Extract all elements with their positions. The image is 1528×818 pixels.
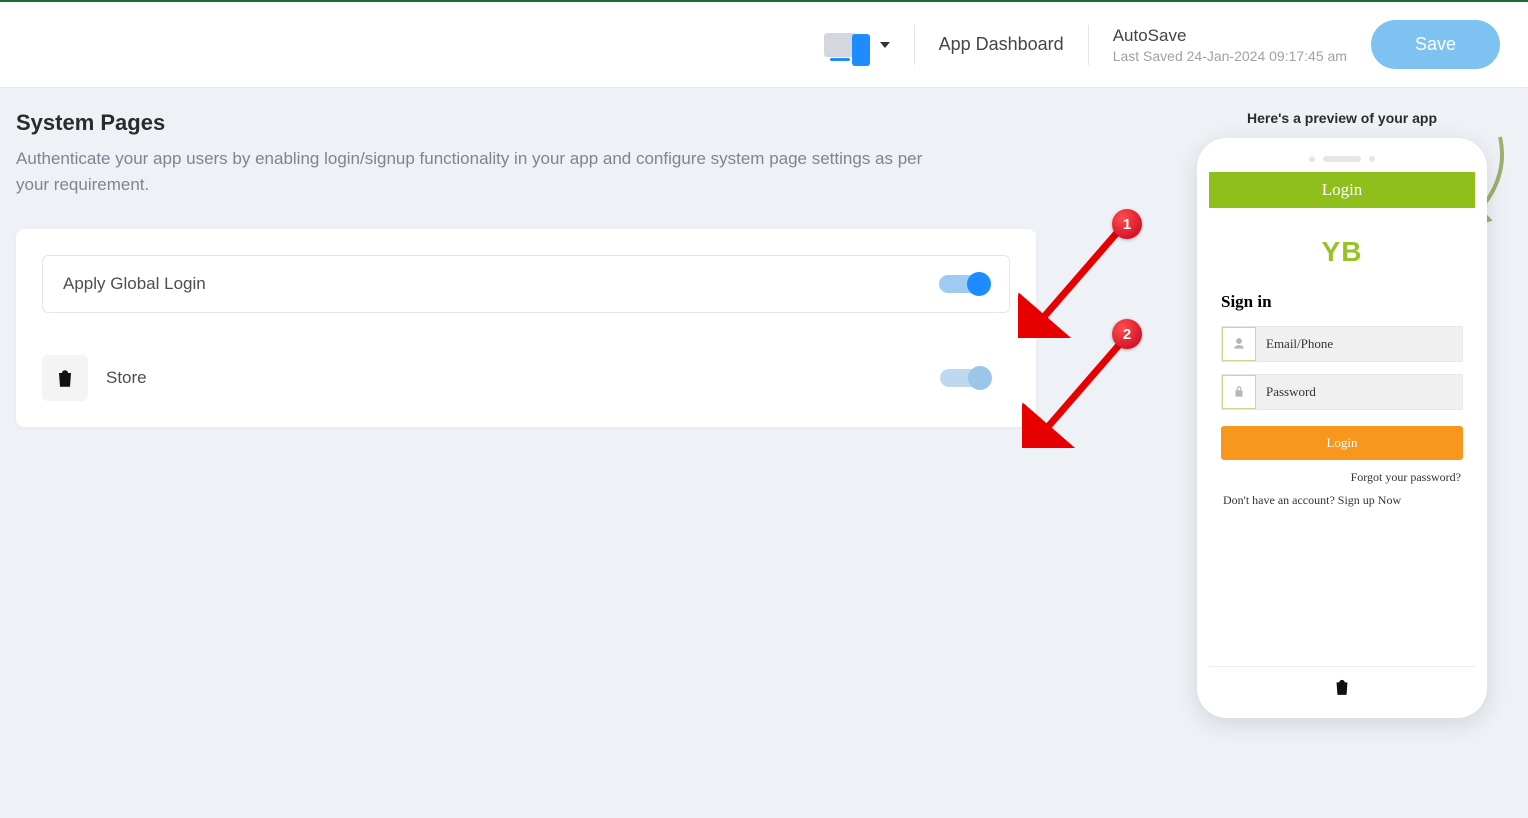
autosave-status: AutoSave Last Saved 24-Jan-2024 09:17:45…	[1113, 26, 1347, 64]
divider	[914, 25, 915, 65]
preview-bottom-nav	[1209, 666, 1475, 706]
annotation-badge-1: 1	[1112, 209, 1142, 239]
autosave-timestamp: Last Saved 24-Jan-2024 09:17:45 am	[1113, 48, 1347, 64]
toggle-knob	[967, 272, 991, 296]
topbar: App Dashboard AutoSave Last Saved 24-Jan…	[0, 0, 1528, 88]
phone-screen: Login YB Sign in Login Forgot your passw…	[1209, 172, 1475, 706]
preview-signup-text: Don't have an account?	[1223, 493, 1338, 507]
global-login-toggle[interactable]	[939, 275, 989, 293]
phone-speaker	[1209, 156, 1475, 162]
page-description: Authenticate your app users by enabling …	[16, 146, 956, 197]
save-button[interactable]: Save	[1371, 20, 1500, 69]
preview-signup-row: Don't have an account? Sign up Now	[1223, 493, 1461, 508]
store-left: Store	[42, 355, 147, 401]
preview-caption: Here's a preview of your app	[1247, 110, 1437, 126]
preview-email-input[interactable]	[1256, 327, 1462, 361]
preview-email-field[interactable]	[1221, 326, 1463, 362]
phone-icon	[852, 34, 870, 66]
preview-signin-heading: Sign in	[1209, 286, 1475, 326]
global-login-label: Apply Global Login	[63, 274, 206, 294]
bag-icon	[54, 367, 76, 389]
preview-forgot-link[interactable]: Forgot your password?	[1223, 470, 1461, 485]
autosave-title: AutoSave	[1113, 26, 1347, 46]
preview-password-input[interactable]	[1256, 375, 1462, 409]
global-login-row: Apply Global Login	[42, 255, 1010, 313]
store-label: Store	[106, 368, 147, 388]
settings-card: Apply Global Login Store	[16, 229, 1036, 427]
preview-header: Login	[1209, 172, 1475, 208]
device-switcher[interactable]	[824, 24, 890, 66]
annotation-badge-2: 2	[1112, 319, 1142, 349]
toggle-knob	[968, 366, 992, 390]
store-toggle[interactable]	[940, 369, 990, 387]
phone-frame: Login YB Sign in Login Forgot your passw…	[1197, 138, 1487, 718]
preview-login-button[interactable]: Login	[1221, 426, 1463, 460]
preview-password-field[interactable]	[1221, 374, 1463, 410]
bag-icon[interactable]	[1332, 677, 1352, 697]
lock-icon	[1222, 375, 1256, 409]
store-row: Store	[42, 355, 1010, 401]
app-dashboard-link[interactable]: App Dashboard	[939, 34, 1064, 55]
store-icon	[42, 355, 88, 401]
preview-logo: YB	[1209, 208, 1475, 286]
preview-area: Here's a preview of your app Login YB Si…	[1182, 110, 1502, 718]
desktop-icon	[824, 33, 856, 57]
user-icon	[1222, 327, 1256, 361]
chevron-down-icon	[880, 42, 890, 48]
preview-signup-link[interactable]: Sign up Now	[1338, 493, 1401, 507]
divider	[1088, 25, 1089, 65]
